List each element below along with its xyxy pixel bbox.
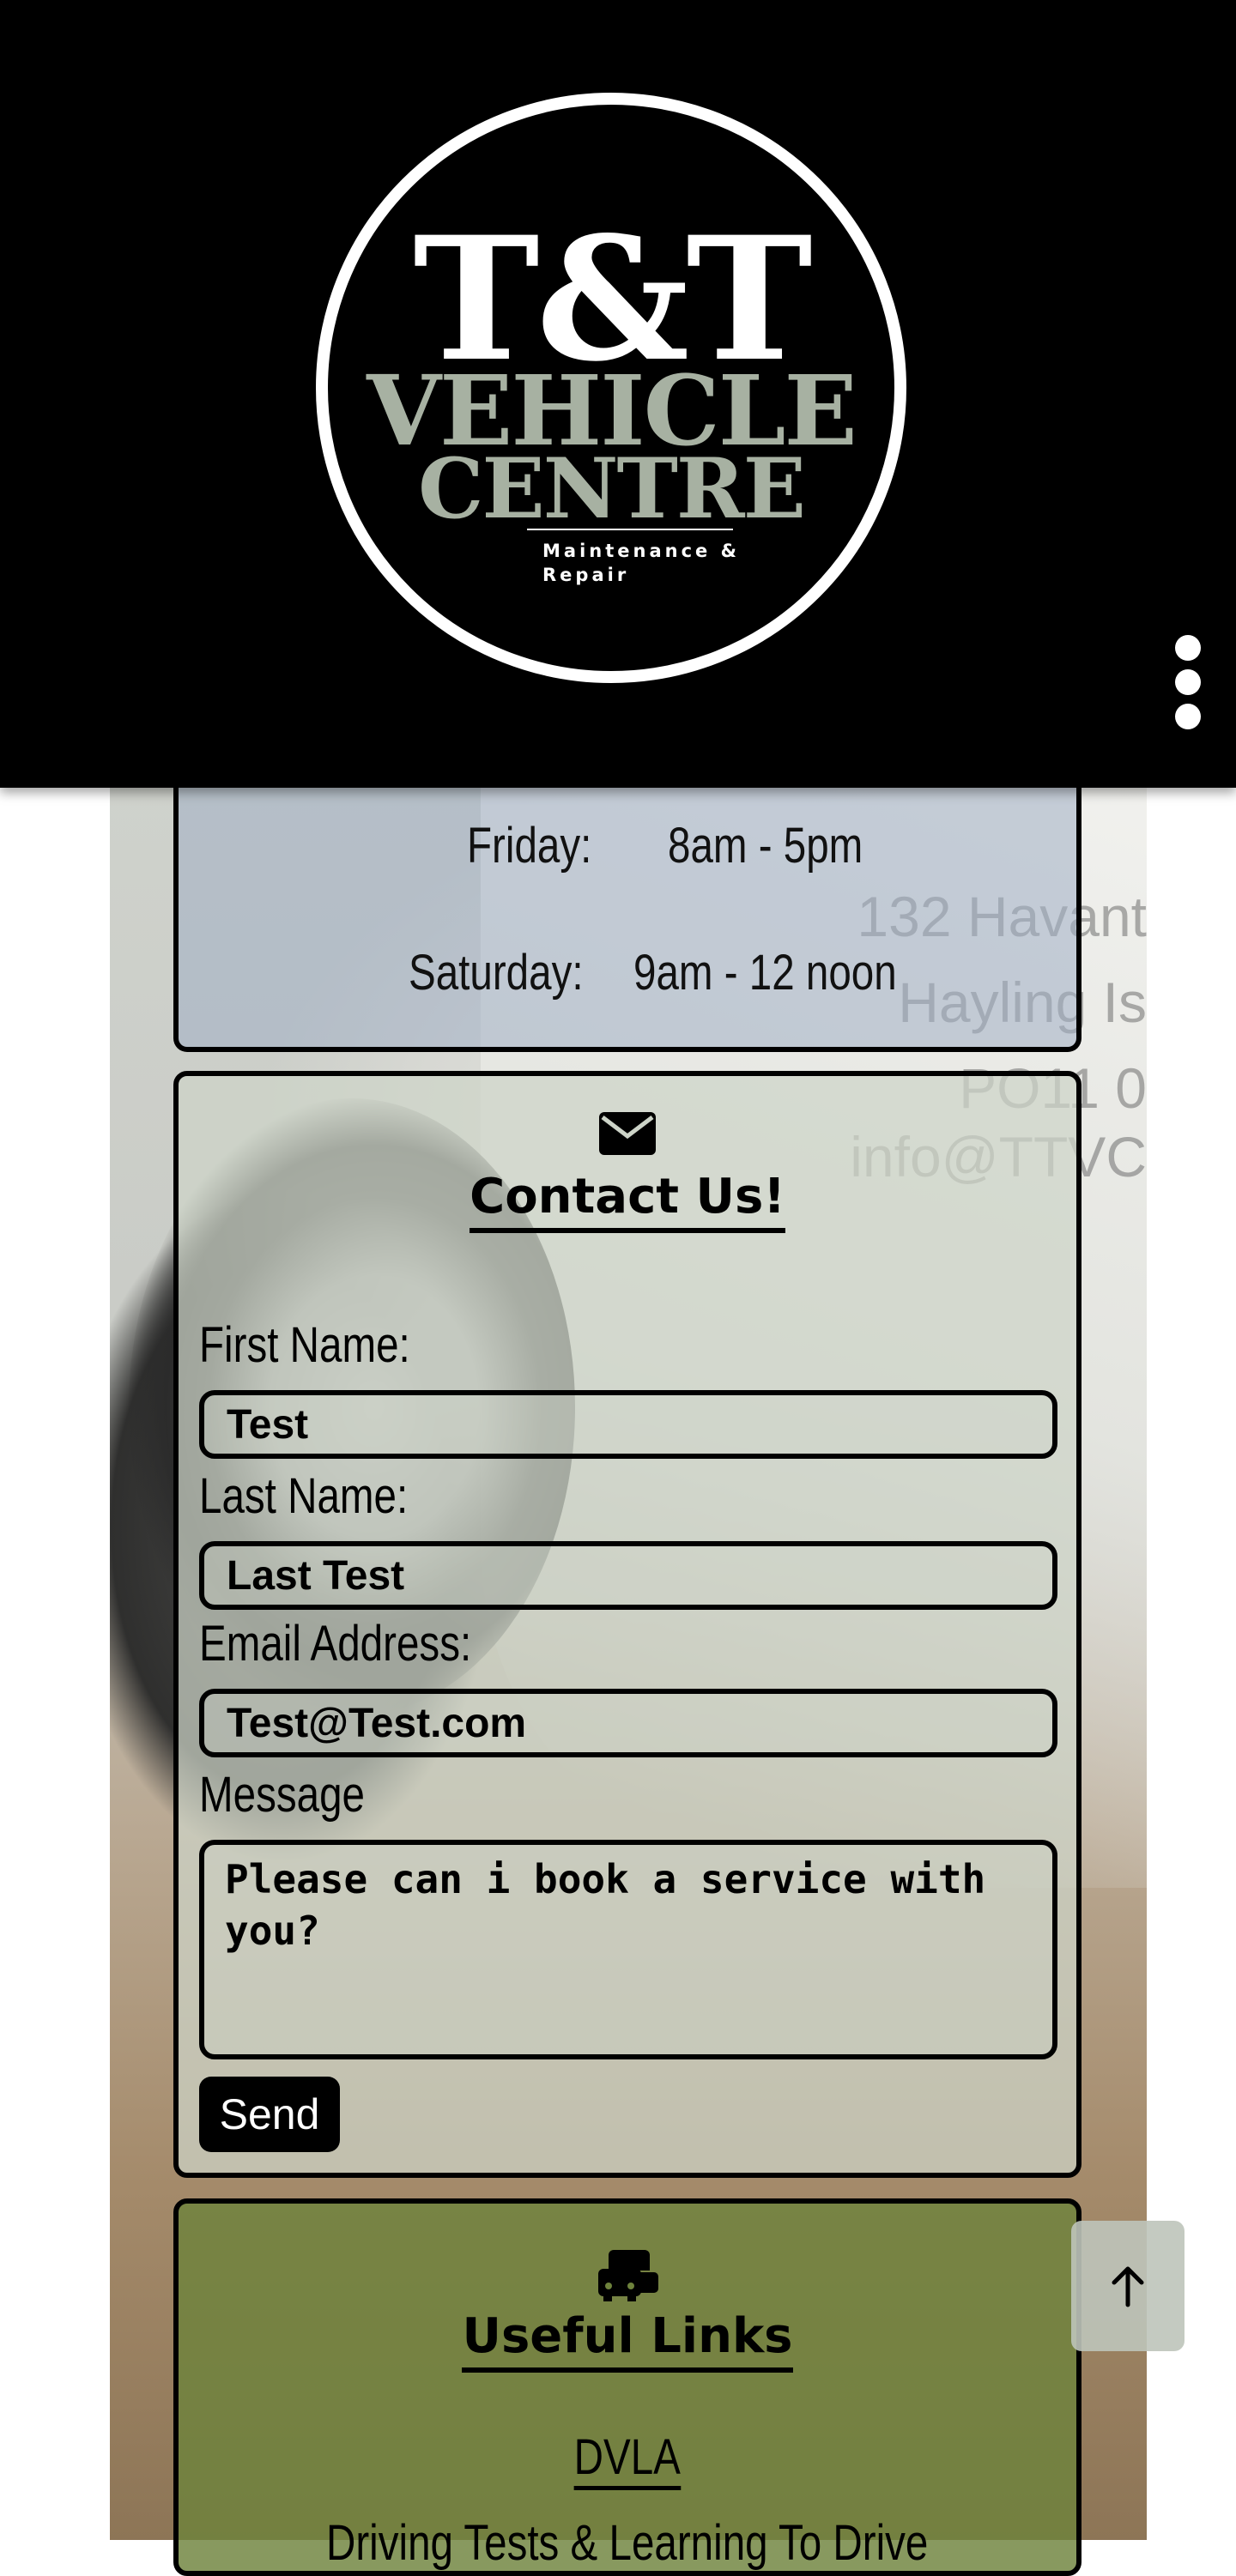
more-vertical-icon[interactable] (1169, 635, 1207, 729)
contact-title-text: Contact Us! (470, 1169, 785, 1233)
menu-dot (1175, 635, 1201, 661)
message-textarea[interactable]: Please can i book a service with you? (199, 1840, 1057, 2059)
hours-day-saturday: Saturday: (409, 945, 584, 1001)
email-input[interactable] (199, 1689, 1057, 1757)
link-driving-tests-anchor[interactable]: Driving Tests & Learning To Drive (326, 2514, 929, 2576)
menu-dot (1175, 669, 1201, 695)
opening-hours-panel: Friday: 8am - 5pm Saturday: 9am - 12 noo… (173, 755, 1082, 1052)
site-logo[interactable]: T&T VEHICLE CENTRE Maintenance & Repair (316, 93, 906, 683)
send-button[interactable]: Send (199, 2077, 340, 2152)
logo-line-3: CENTRE (418, 440, 806, 537)
logo-divider (527, 529, 733, 530)
envelope-icon (179, 1112, 1076, 1159)
first-name-input[interactable] (199, 1390, 1057, 1459)
last-name-input[interactable] (199, 1541, 1057, 1610)
message-label: Message (199, 1767, 365, 1823)
hours-day-friday: Friday: (467, 818, 592, 874)
contact-title: Contact Us! (179, 1169, 1076, 1233)
last-name-label: Last Name: (199, 1468, 409, 1524)
hours-time-saturday: 9am - 12 noon (633, 945, 897, 1001)
useful-links-panel: Useful Links DVLA Driving Tests & Learni… (173, 2198, 1082, 2576)
useful-links-title-text: Useful Links (462, 2308, 793, 2373)
link-dvla-anchor[interactable]: DVLA (573, 2428, 682, 2490)
arrow-up-icon (1112, 2266, 1144, 2307)
site-header: T&T VEHICLE CENTRE Maintenance & Repair (0, 0, 1236, 788)
hours-time-friday: 8am - 5pm (668, 818, 863, 874)
link-driving-tests: Driving Tests & Learning To Drive (179, 2514, 1076, 2576)
menu-dot (1175, 704, 1201, 729)
contact-form-panel: Contact Us! First Name: Last Name: Email… (173, 1071, 1082, 2178)
email-label: Email Address: (199, 1616, 472, 1672)
scroll-to-top-button[interactable] (1071, 2221, 1184, 2351)
cars-icon (179, 2246, 1076, 2307)
logo-tagline: Maintenance & Repair (542, 541, 740, 585)
link-dvla: DVLA (179, 2428, 1076, 2490)
useful-links-title: Useful Links (179, 2308, 1076, 2373)
first-name-label: First Name: (199, 1317, 410, 1373)
